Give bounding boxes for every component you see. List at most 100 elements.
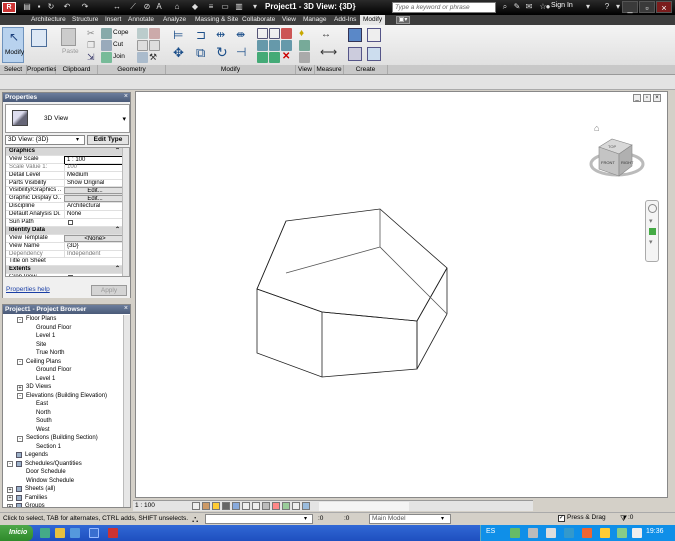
tab-insert[interactable]: Insert: [105, 15, 121, 25]
view-scroll-area[interactable]: [319, 502, 409, 511]
viewcube-front-label[interactable]: FRONT: [601, 160, 615, 165]
expand-icon[interactable]: +: [7, 486, 13, 493]
language-indicator[interactable]: ES: [486, 528, 495, 535]
property-checkbox[interactable]: [68, 220, 73, 226]
tray-icon-4[interactable]: [564, 528, 574, 538]
delete-icon[interactable]: ✕: [282, 51, 290, 62]
cope-icon[interactable]: [101, 28, 112, 39]
unpin-icon[interactable]: [281, 28, 292, 39]
instance-dropdown-icon[interactable]: ▾: [76, 136, 79, 143]
panel-measure-label[interactable]: Measure: [315, 65, 344, 74]
maximize-button[interactable]: ▫: [639, 1, 655, 13]
tab-massing-site[interactable]: Massing & Site: [195, 15, 238, 25]
property-row[interactable]: View Scale 1 : 100: [6, 155, 124, 165]
qat-dropdown-icon[interactable]: ▾: [250, 2, 260, 12]
tab-structure[interactable]: Structure: [72, 15, 98, 25]
render-icon[interactable]: [232, 502, 240, 510]
panel-properties-label[interactable]: Properties: [27, 65, 57, 74]
browser-node[interactable]: Door Schedule: [3, 468, 123, 477]
property-row[interactable]: Dependency Independent: [6, 250, 124, 259]
tab-collaborate[interactable]: Collaborate: [242, 15, 275, 25]
prism-top-face[interactable]: [256, 208, 448, 322]
sync-icon[interactable]: ↻: [46, 2, 56, 12]
property-row[interactable]: Parts Visibility Show Original: [6, 179, 124, 188]
cut-label[interactable]: Cut: [113, 41, 123, 48]
property-row[interactable]: View Name {3D}: [6, 242, 124, 251]
property-row[interactable]: Scale Value 1: 100: [6, 163, 124, 172]
browser-node[interactable]: Legends: [3, 451, 123, 460]
browser-node[interactable]: - Sections (Building Section): [3, 434, 123, 443]
properties-close-icon[interactable]: ×: [124, 93, 128, 100]
panel-select-label[interactable]: Select: [0, 65, 27, 74]
property-grid-scrollbar[interactable]: [122, 148, 129, 276]
array-icon[interactable]: [257, 40, 268, 51]
property-row[interactable]: Detail Level Medium: [6, 171, 124, 180]
property-row[interactable]: Default Analysis Di... None: [6, 211, 124, 220]
taskbar-app-icon-3[interactable]: [70, 528, 80, 538]
remove-paint-icon[interactable]: [149, 40, 160, 51]
switch-windows-icon[interactable]: ▥: [234, 2, 244, 12]
browser-node[interactable]: +3D Views: [3, 383, 123, 392]
browser-node[interactable]: East: [3, 400, 123, 409]
join-label[interactable]: Join: [113, 53, 125, 60]
property-row[interactable]: Title on Sheet: [6, 258, 124, 267]
panel-modify-label[interactable]: Modify: [166, 65, 296, 74]
measure-between-icon[interactable]: ↔: [321, 29, 331, 40]
cut-geometry-icon[interactable]: [101, 40, 112, 51]
edit-type-button[interactable]: Edit Type: [87, 135, 129, 145]
start-button[interactable]: Inicio: [0, 525, 33, 541]
minimize-button[interactable]: _: [622, 1, 638, 13]
properties-title[interactable]: Properties: [3, 93, 130, 102]
browser-close-icon[interactable]: ×: [124, 305, 128, 312]
pin-icon[interactable]: [281, 40, 292, 51]
collapse-icon[interactable]: -: [17, 435, 23, 442]
browser-node[interactable]: West: [3, 426, 123, 435]
collapse-icon[interactable]: -: [17, 359, 23, 365]
split-face-icon[interactable]: [149, 28, 160, 39]
temp-hide-icon[interactable]: [272, 502, 280, 510]
tab-manage[interactable]: Manage: [303, 15, 327, 25]
property-checkbox[interactable]: [68, 275, 73, 276]
subscription-icon[interactable]: ✎: [512, 2, 522, 12]
app-menu-icon[interactable]: R: [2, 2, 16, 13]
viewcube-home-icon[interactable]: ⌂: [594, 123, 599, 133]
viewcube-right-label[interactable]: RIGHT: [621, 160, 634, 165]
collapse-icon[interactable]: -: [7, 461, 13, 467]
collapse-icon[interactable]: -: [17, 393, 23, 399]
redo-icon[interactable]: ↷: [80, 2, 90, 12]
cope-label[interactable]: Cope: [113, 29, 129, 36]
apply-button[interactable]: Apply: [91, 285, 127, 296]
browser-node[interactable]: + Groups: [3, 502, 123, 507]
taskbar-app-icon-4[interactable]: [89, 528, 99, 538]
help-icon[interactable]: ?: [602, 2, 612, 12]
property-value[interactable]: Show Original: [64, 179, 124, 187]
prism-front-faces[interactable]: [256, 288, 418, 378]
tray-icon-3[interactable]: [546, 528, 556, 538]
collapse-icon[interactable]: -: [17, 316, 23, 323]
ribbon-toggle-icon[interactable]: ▣▾: [396, 16, 410, 24]
model-canvas[interactable]: TOP FRONT RIGHT ⌂: [136, 92, 669, 499]
section-icon[interactable]: ◆: [190, 2, 200, 12]
split-gap-icon[interactable]: [269, 28, 280, 39]
hide-bulb-icon[interactable]: ♦: [299, 28, 304, 39]
scale-icon[interactable]: [269, 40, 280, 51]
browser-node[interactable]: Ground Floor: [3, 324, 123, 333]
override-graphics-icon[interactable]: [299, 40, 310, 51]
highlight-displacement-icon[interactable]: [302, 502, 310, 510]
taskbar-app-icon-2[interactable]: [55, 528, 65, 538]
mirror-draw-icon[interactable]: ⇼: [236, 28, 245, 41]
taskbar-app-icon-1[interactable]: [40, 528, 50, 538]
panel-geometry-label[interactable]: Geometry: [98, 65, 166, 74]
property-edit-button[interactable]: Edit...: [64, 187, 124, 195]
undo-icon[interactable]: ↶: [62, 2, 72, 12]
panel-view-label[interactable]: View: [296, 65, 315, 74]
browser-node[interactable]: + Families: [3, 494, 123, 503]
tray-icon-7[interactable]: [617, 528, 627, 538]
viewcube[interactable]: TOP FRONT RIGHT ⌂: [589, 123, 645, 177]
join-icon[interactable]: [101, 52, 112, 63]
type-dropdown-icon[interactable]: ▾: [122, 115, 126, 123]
expand-icon[interactable]: +: [7, 495, 13, 501]
tray-icon-2[interactable]: [528, 528, 538, 538]
close-button[interactable]: ×: [656, 1, 672, 13]
modify-button[interactable]: ↖ Modify: [2, 27, 24, 63]
